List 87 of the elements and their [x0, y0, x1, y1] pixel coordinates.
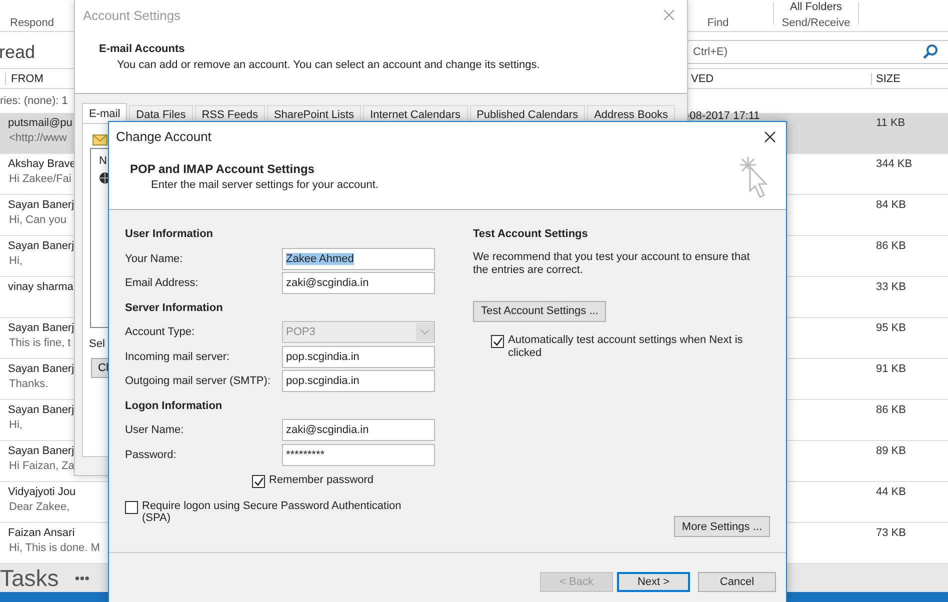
label: Sel: [89, 338, 105, 350]
field-label: Email Address:: [125, 277, 200, 290]
input-field[interactable]: Zakee Ahmed: [282, 248, 435, 270]
input-field[interactable]: *********: [282, 444, 435, 466]
checkbox-label: Automatically test account settings when Next is clicked: [508, 334, 744, 360]
message-preview: Hi, This is done. M: [8, 542, 100, 554]
envelope-icon: [92, 132, 108, 146]
column-header[interactable]: SIZE: [871, 72, 900, 84]
checkmark-icon: [492, 336, 502, 346]
section-title: User Information: [125, 227, 214, 242]
message-size: 86 KB: [876, 404, 906, 418]
field-label: Account Type:: [125, 326, 196, 338]
ribbon-group-label: Send/Receive: [782, 17, 850, 29]
input-field[interactable]: pop.scgindia.in: [282, 370, 435, 392]
field-label: Incoming mail server:: [125, 350, 231, 363]
chevron-down-icon: [420, 329, 430, 336]
test-settings-button[interactable]: Test Account Settings ...: [473, 300, 606, 322]
tab[interactable]: E-mail: [82, 103, 128, 123]
list-header: N: [99, 155, 107, 167]
window-title: Account Settings: [83, 8, 182, 22]
message-preview: <http://www: [8, 132, 67, 144]
checkbox-label: Remember password: [269, 474, 374, 486]
received-date: -08-2017 17:11: [686, 110, 760, 122]
message-size: 91 KB: [876, 363, 906, 377]
field-label: User Name:: [125, 424, 185, 436]
search-icon: [922, 44, 938, 60]
dialog-description: You can add or remove an account. You can select an account and change its settings.: [116, 59, 541, 71]
message-preview: Hi Faizan, Za: [8, 460, 74, 472]
window-title: Change Account: [116, 129, 212, 144]
dialog-button[interactable]: Cancel: [698, 572, 776, 592]
message-preview: Hi Zakee/Fai: [8, 173, 72, 185]
more-settings-button[interactable]: More Settings ...: [674, 516, 770, 537]
message-preview: Hi,: [8, 419, 22, 431]
checkbox[interactable]: [125, 501, 138, 514]
sender-name: Sayan Banerj: [8, 322, 74, 334]
message-size: 11 KB: [876, 117, 906, 131]
close-icon: [764, 130, 776, 142]
message-preview: Dear Zakee,: [8, 501, 70, 513]
dialog-button[interactable]: Next >: [617, 572, 690, 592]
sender-name: Sayan Banerj: [8, 363, 74, 375]
search-field[interactable]: Ctrl+E): [686, 40, 948, 64]
dialog-heading: E-mail Accounts: [99, 43, 186, 55]
message-preview: Hi,: [8, 255, 22, 267]
section-title: Test Account Settings: [473, 227, 589, 242]
message-preview: This is fine, t: [8, 337, 71, 349]
description-text: We recommend that you test your account to ensure that the entries are correct.: [473, 250, 751, 276]
filter-text: ries: (none): 1: [0, 94, 69, 109]
input-field[interactable]: pop.scgindia.in: [282, 346, 435, 368]
field-label: Outgoing mail server (SMTP):: [125, 375, 272, 388]
sender-name: Sayan Banerj: [8, 404, 74, 416]
checkmark-icon: [254, 477, 264, 486]
message-size: 84 KB: [876, 199, 906, 213]
dialog-description: Enter the mail server settings for your account.: [150, 179, 378, 191]
field-label: Password:: [125, 448, 178, 461]
sender-name: Vidyajyoti Jou: [8, 486, 76, 498]
ribbon-group-label: Respond: [9, 17, 54, 31]
all-folders-button[interactable]: All Folders: [790, 1, 842, 13]
message-preview: Hi, Can you: [8, 214, 66, 226]
sender-name: Sayan Banerj: [8, 199, 74, 211]
column-header[interactable]: VED: [691, 72, 871, 84]
input-field[interactable]: zaki@scgindia.in: [282, 419, 435, 442]
message-preview: Thanks.: [8, 378, 48, 390]
view-title: read: [0, 42, 36, 62]
sender-name: vinay sharma: [8, 281, 74, 293]
checkbox[interactable]: [491, 334, 504, 348]
close-icon: [663, 9, 675, 21]
message-size: 344 KB: [876, 158, 912, 172]
sender-name: Faizan Ansari: [8, 527, 75, 539]
input-field[interactable]: zaki@scgindia.in: [282, 272, 435, 294]
sender-name: putsmail@pu: [8, 117, 72, 129]
message-size: 73 KB: [876, 527, 906, 541]
ribbon-group-label: Find: [707, 17, 729, 29]
more-button[interactable]: •••: [74, 570, 90, 586]
field-label: Your Name:: [125, 252, 184, 265]
message-size: 95 KB: [876, 322, 906, 336]
sender-name: Sayan Banerj: [8, 445, 74, 457]
tasks-nav-link[interactable]: Tasks: [0, 564, 59, 592]
message-size: 86 KB: [876, 240, 906, 254]
message-size: 89 KB: [876, 445, 906, 459]
message-size: 33 KB: [876, 281, 906, 295]
checkbox-label: Require logon using Secure Password Authentication (SPA): [142, 500, 402, 524]
section-title: Logon Information: [125, 398, 224, 414]
sender-name: Sayan Banerj: [8, 240, 74, 252]
message-size: 44 KB: [876, 486, 906, 500]
checkbox[interactable]: [252, 475, 265, 488]
dialog-heading: POP and IMAP Account Settings: [130, 162, 316, 176]
section-title: Server Information: [125, 300, 224, 316]
